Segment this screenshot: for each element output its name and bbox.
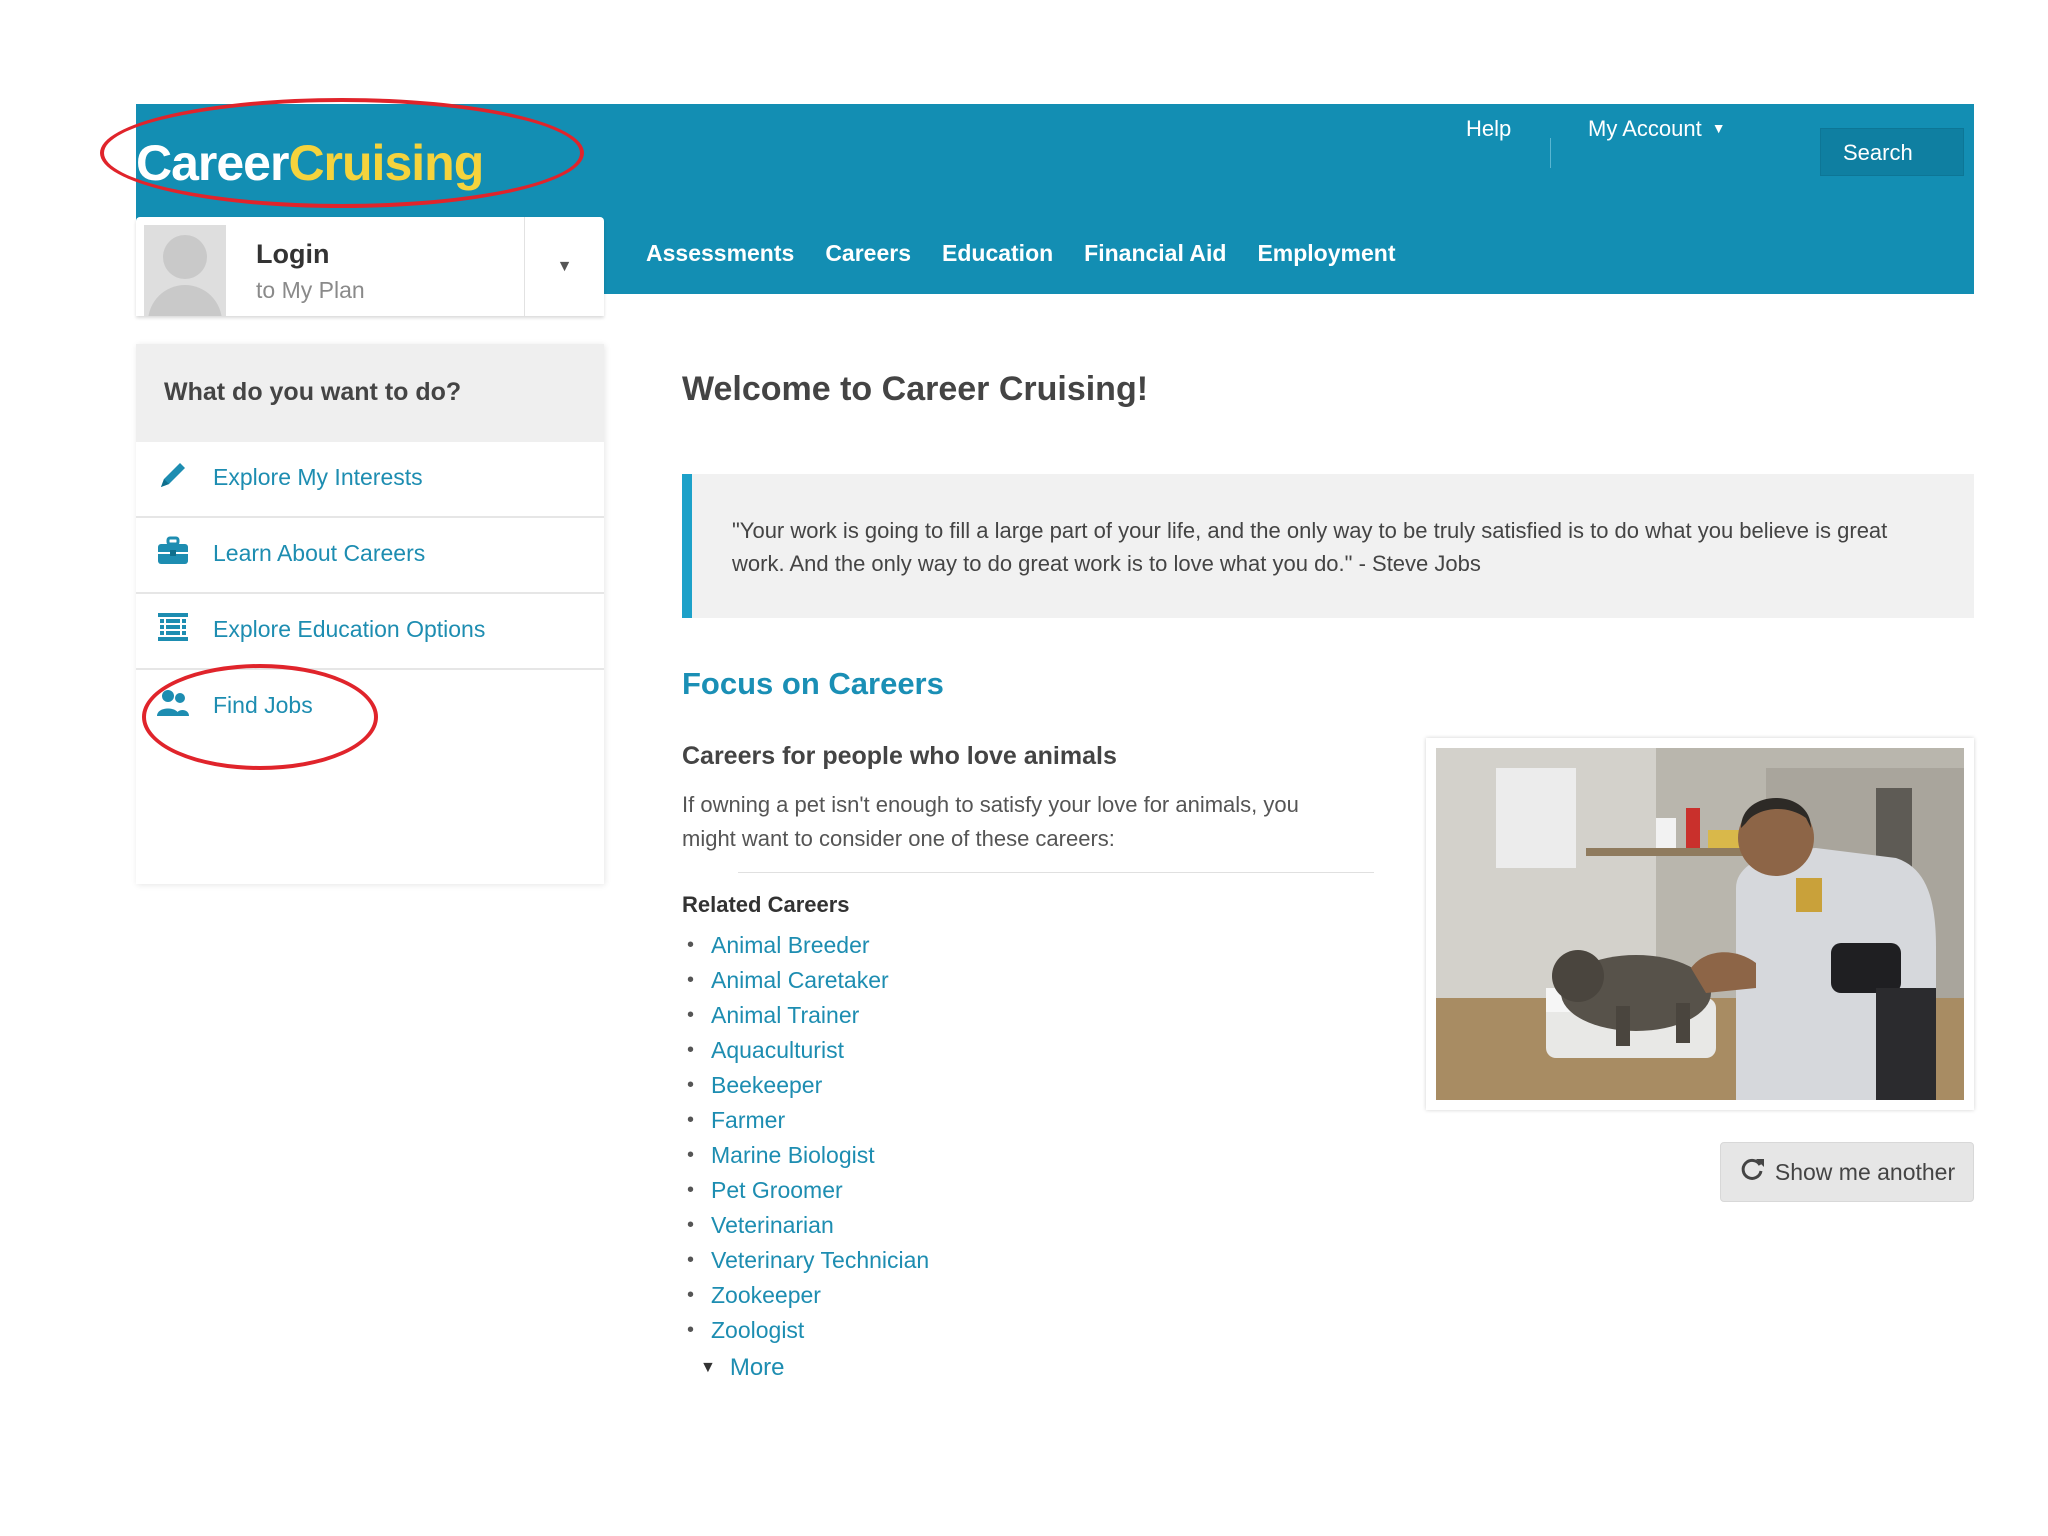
help-link[interactable]: Help: [1466, 116, 1511, 142]
bullet-icon: •: [687, 1249, 695, 1271]
my-account-label: My Account: [1588, 116, 1702, 141]
bullet-icon: •: [687, 1144, 695, 1166]
list-item: • Veterinary Technician: [682, 1243, 929, 1278]
sidebar-item-label: Learn About Careers: [213, 540, 426, 566]
bullet-icon: •: [687, 1214, 695, 1236]
avatar-head-shape: [163, 235, 207, 279]
refresh-icon: [1739, 1156, 1765, 1188]
sidebar-item-label: Explore My Interests: [213, 464, 423, 490]
sidebar-item-education-options[interactable]: Explore Education Options: [136, 594, 604, 670]
login-title[interactable]: Login: [256, 239, 329, 270]
bullet-icon: •: [687, 1179, 695, 1201]
search-button[interactable]: Search: [1820, 128, 1964, 176]
login-card[interactable]: Login to My Plan ▼: [136, 217, 604, 316]
list-item: • Animal Caretaker: [682, 963, 929, 998]
sidebar-item-explore-interests[interactable]: Explore My Interests: [136, 442, 604, 518]
career-photo-frame: [1426, 738, 1974, 1110]
career-photo: [1436, 748, 1964, 1100]
avatar: [144, 225, 226, 316]
list-item: • Zookeeper: [682, 1278, 929, 1313]
bullet-icon: •: [687, 1074, 695, 1096]
bullet-icon: •: [687, 1319, 695, 1341]
building-icon: [156, 610, 190, 644]
career-link[interactable]: Animal Trainer: [711, 1002, 859, 1028]
career-link[interactable]: Animal Breeder: [711, 932, 870, 958]
nav-assessments[interactable]: Assessments: [646, 240, 794, 267]
career-link[interactable]: Zoologist: [711, 1317, 804, 1343]
bullet-icon: •: [687, 969, 695, 991]
nav-careers[interactable]: Careers: [825, 240, 911, 267]
page-title: Welcome to Career Cruising!: [682, 370, 1149, 408]
bullet-icon: •: [687, 1004, 695, 1026]
list-item: • Zoologist: [682, 1313, 929, 1348]
sidebar-item-learn-careers[interactable]: Learn About Careers: [136, 518, 604, 594]
quote-text: "Your work is going to fill a large part…: [732, 518, 1888, 576]
career-link[interactable]: Zookeeper: [711, 1282, 821, 1308]
list-item: • Marine Biologist: [682, 1138, 929, 1173]
sidebar-heading: What do you want to do?: [136, 344, 604, 442]
nav-employment[interactable]: Employment: [1257, 240, 1395, 267]
related-careers-heading: Related Careers: [682, 892, 850, 917]
bullet-icon: •: [687, 1284, 695, 1306]
list-item: • Animal Breeder: [682, 928, 929, 963]
career-link[interactable]: Marine Biologist: [711, 1142, 875, 1168]
topnav-divider: [1550, 138, 1551, 168]
career-link[interactable]: Veterinarian: [711, 1212, 834, 1238]
show-another-button[interactable]: Show me another: [1720, 1142, 1974, 1202]
more-label: More: [729, 1354, 785, 1381]
logo-annotation-ellipse: [100, 98, 584, 208]
main-navigation: Assessments Careers Education Financial …: [646, 240, 1395, 267]
list-item: • Beekeeper: [682, 1068, 929, 1103]
find-jobs-annotation-ellipse: [142, 664, 378, 770]
list-item: • Farmer: [682, 1103, 929, 1138]
caret-down-icon: ▼: [700, 1359, 716, 1376]
briefcase-icon: [156, 534, 190, 568]
chevron-down-icon: ▼: [556, 257, 573, 275]
bullet-icon: •: [687, 1039, 695, 1061]
sidebar: What do you want to do? Explore My Inter…: [136, 344, 604, 884]
caret-down-icon: ▼: [1711, 120, 1726, 136]
section-divider: [738, 872, 1374, 873]
bullet-icon: •: [687, 934, 695, 956]
list-item: • Pet Groomer: [682, 1173, 929, 1208]
nav-financial-aid[interactable]: Financial Aid: [1084, 240, 1226, 267]
related-careers-list: • Animal Breeder • Animal Caretaker • Anima…: [682, 928, 929, 1348]
list-item: • Veterinarian: [682, 1208, 929, 1243]
show-another-label: Show me another: [1774, 1158, 1956, 1185]
career-link[interactable]: Animal Caretaker: [711, 967, 889, 993]
login-dropdown-toggle[interactable]: ▼: [525, 217, 604, 316]
career-link[interactable]: Pet Groomer: [711, 1177, 843, 1203]
bullet-icon: •: [687, 1109, 695, 1131]
careers-feature-description: If owning a pet isn't enough to satisfy …: [682, 792, 1299, 851]
career-link[interactable]: Veterinary Technician: [711, 1247, 929, 1273]
list-item: • Animal Trainer: [682, 998, 929, 1033]
list-item: • Aquaculturist: [682, 1033, 929, 1068]
my-account-menu[interactable]: My Account ▼: [1588, 116, 1726, 142]
quote-box: "Your work is going to fill a large part…: [682, 474, 1974, 618]
career-link[interactable]: Beekeeper: [711, 1072, 822, 1098]
focus-on-careers-heading: Focus on Careers: [682, 666, 944, 701]
login-subtitle: to My Plan: [256, 277, 365, 303]
pencil-icon: [156, 458, 190, 492]
career-link[interactable]: Aquaculturist: [711, 1037, 844, 1063]
career-link[interactable]: Farmer: [711, 1107, 785, 1133]
more-toggle[interactable]: ▼ More: [700, 1354, 785, 1382]
nav-education[interactable]: Education: [942, 240, 1053, 267]
careers-feature-title: Careers for people who love animals: [682, 742, 1117, 770]
avatar-body-shape: [148, 285, 222, 316]
sidebar-item-label: Explore Education Options: [213, 616, 486, 642]
